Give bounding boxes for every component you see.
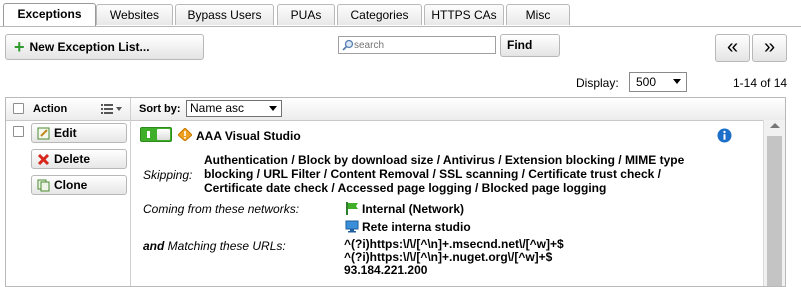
- urls-and-text: and: [143, 239, 165, 253]
- column-menu-icon[interactable]: [101, 104, 125, 114]
- network-item: Rete interna studio: [345, 220, 471, 234]
- scrollbar-thumb[interactable]: [767, 136, 782, 286]
- display-count-select[interactable]: 500: [629, 72, 687, 92]
- sort-select[interactable]: Name asc: [186, 100, 282, 117]
- action-column-header: Action: [33, 103, 68, 115]
- network-name: Internal (Network): [362, 202, 465, 216]
- tab-websites[interactable]: Websites: [96, 4, 173, 25]
- tab-bar: Exceptions Websites Bypass Users PUAs Ca…: [0, 0, 801, 27]
- url-list: ^(?i)https:\/\/[^\n]+.msecnd.net\/[^w]+$…: [344, 238, 564, 277]
- urls-label-text: Matching these URLs:: [164, 239, 286, 253]
- scroll-up-arrow-icon[interactable]: [770, 123, 780, 128]
- clone-label: Clone: [54, 178, 88, 192]
- toggle-on-bar: [147, 131, 150, 138]
- tab-puas[interactable]: PUAs: [277, 4, 335, 25]
- next-page-button[interactable]: »: [752, 34, 787, 62]
- delete-button[interactable]: Delete: [31, 149, 127, 169]
- select-all-checkbox[interactable]: [13, 103, 24, 114]
- tab-bypass-users[interactable]: Bypass Users: [175, 4, 274, 25]
- skipping-list: Authentication / Block by download size …: [204, 153, 704, 195]
- plus-icon: +: [14, 37, 25, 57]
- find-button[interactable]: Find: [500, 34, 560, 57]
- vertical-scrollbar[interactable]: [763, 120, 785, 286]
- skipping-line: Authentication / Block by download size …: [204, 153, 685, 167]
- edit-icon: [37, 127, 50, 140]
- sort-by-label: Sort by:: [139, 103, 181, 115]
- info-icon[interactable]: [717, 128, 732, 143]
- sort-value: Name asc: [190, 101, 245, 115]
- toggle-knob: [157, 129, 170, 140]
- prev-page-button[interactable]: «: [715, 34, 750, 62]
- clone-icon: [37, 179, 50, 192]
- network-item: Internal (Network): [345, 202, 464, 216]
- url-pattern: 93.184.221.200: [344, 263, 428, 277]
- column-divider: [130, 98, 131, 286]
- display-label: Display:: [576, 76, 619, 90]
- result-count: 1-14 of 14: [733, 76, 788, 90]
- search-input[interactable]: [354, 37, 492, 53]
- skipping-line: blocking / URL Filter / Content Removal …: [204, 167, 661, 181]
- row-checkbox[interactable]: [13, 126, 24, 137]
- exceptions-table: Action Sort by: Name asc Edit Delete Clo…: [5, 97, 786, 287]
- network-flag-icon: [346, 202, 358, 215]
- row-title[interactable]: AAA Visual Studio: [196, 129, 301, 143]
- delete-label: Delete: [54, 152, 91, 166]
- search-box: [338, 36, 496, 54]
- new-exception-list-button[interactable]: + New Exception List...: [5, 34, 204, 60]
- tab-https-cas[interactable]: HTTPS CAs: [424, 4, 504, 25]
- networks-label: Coming from these networks:: [143, 202, 300, 216]
- skipping-line: Certificate date check / Accessed page l…: [204, 181, 607, 195]
- enabled-toggle[interactable]: [140, 127, 172, 142]
- display-count-value: 500: [636, 75, 657, 89]
- edit-label: Edit: [54, 126, 77, 140]
- network-computer-icon: [345, 220, 359, 233]
- urls-label: and Matching these URLs:: [143, 239, 286, 253]
- network-name: Rete interna studio: [362, 220, 471, 234]
- chevron-down-icon: [673, 79, 681, 84]
- skipping-label: Skipping:: [143, 168, 193, 182]
- tab-exceptions[interactable]: Exceptions: [3, 3, 96, 26]
- tab-categories[interactable]: Categories: [337, 4, 422, 25]
- clone-button[interactable]: Clone: [31, 175, 127, 195]
- new-exception-list-label: New Exception List...: [29, 40, 150, 54]
- tab-misc[interactable]: Misc: [506, 4, 570, 25]
- edit-button[interactable]: Edit: [31, 123, 127, 143]
- delete-x-icon: [37, 153, 50, 166]
- warning-icon: [178, 128, 192, 141]
- chevron-down-icon: [269, 106, 277, 111]
- table-header: Action Sort by: Name asc: [6, 98, 785, 121]
- search-icon: [342, 39, 354, 51]
